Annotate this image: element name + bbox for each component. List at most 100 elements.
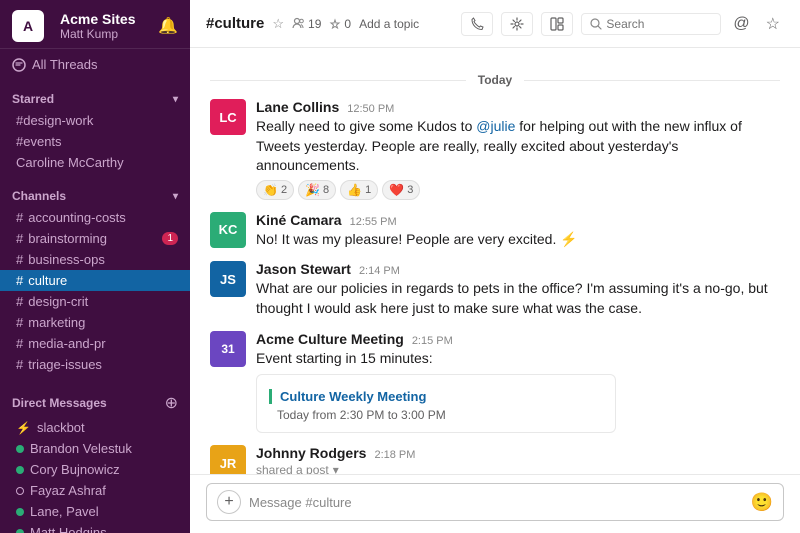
message-header-kine: Kiné Camara 12:55 PM [256,212,780,228]
layout-icon [550,17,564,31]
layout-button[interactable] [541,12,573,36]
message-time: 12:50 PM [347,103,394,115]
add-attachment-button[interactable]: + [217,490,241,514]
reaction-party[interactable]: 🎉8 [298,180,336,200]
message-time: 2:14 PM [359,265,400,277]
workspace-user[interactable]: Matt Kump [60,27,135,41]
all-threads-label: All Threads [32,57,98,72]
search-box[interactable] [581,13,721,35]
message-author: Johnny Rodgers [256,445,366,461]
hash-icon: # [16,231,23,246]
channel-meta: ☆ 19 0 Add a topic [272,16,419,32]
workspace-info: Acme Sites Matt Kump [60,11,135,41]
message-text: What are our policies in regards to pets… [256,279,780,318]
reaction-heart[interactable]: ❤️3 [382,180,420,200]
message-author: Kiné Camara [256,212,342,228]
settings-button[interactable] [501,12,533,36]
bookmark-icon[interactable]: ☆ [272,16,284,32]
online-status-icon [16,466,24,474]
reaction-clap[interactable]: 👏2 [256,180,294,200]
mention-link[interactable]: @julie [476,118,515,134]
search-icon [590,18,602,30]
members-icon [292,17,305,30]
message-author: Lane Collins [256,99,339,115]
message-text: Really need to give some Kudos to @julie… [256,117,780,176]
phone-button[interactable] [461,12,493,36]
message-time: 2:18 PM [374,449,415,461]
dm-item-brandon[interactable]: Brandon Velestuk [0,438,190,459]
message-input[interactable] [249,495,743,510]
emoji-picker-button[interactable]: 🙂 [751,492,773,513]
shared-post-label: shared a post ▾ [256,463,780,474]
message-text: No! It was my pleasure! People are very … [256,230,780,250]
message-body-acme: Acme Culture Meeting 2:15 PM Event start… [256,331,780,434]
message-input-area: + 🙂 [190,474,800,533]
dm-item-lane-pavel[interactable]: Lane, Pavel [0,501,190,522]
sidebar-item-media-and-pr[interactable]: # media-and-pr [0,333,190,354]
dm-section-label[interactable]: Direct Messages [12,396,107,410]
message-author: Jason Stewart [256,261,351,277]
event-time: Today from 2:30 PM to 3:00 PM [269,408,446,422]
starred-item-caroline[interactable]: Caroline McCarthy [0,152,190,173]
hash-icon: # [16,134,23,149]
chevron-down-icon: ▾ [333,463,339,474]
all-threads-item[interactable]: All Threads [0,53,190,76]
hash-icon: # [16,210,23,225]
workspace-header: A Acme Sites Matt Kump 🔔 [0,0,190,49]
channels-section: Channels ▾ # accounting-costs # brainsto… [0,177,190,379]
dm-item-cory[interactable]: Cory Bujnowicz [0,459,190,480]
main-content: #culture ☆ 19 0 [190,0,800,533]
message-header-acme: Acme Culture Meeting 2:15 PM [256,331,780,347]
event-title-link[interactable]: Culture Weekly Meeting [269,389,446,404]
messages-area: Today LC Lane Collins 12:50 PM Really ne… [190,48,800,474]
search-input[interactable] [606,17,706,31]
dm-item-fayaz[interactable]: Fayaz Ashraf [0,480,190,501]
channel-topic[interactable]: Add a topic [359,17,419,31]
sidebar-item-brainstorming[interactable]: # brainstorming 1 [0,228,190,249]
starred-section-label[interactable]: Starred ▾ [0,88,190,110]
reactions: 👏2 🎉8 👍1 ❤️3 [256,180,780,200]
header-actions: @ ☆ [461,10,784,38]
message-body-johnny: Johnny Rodgers 2:18 PM shared a post ▾ 📄… [256,445,780,474]
dm-item-matt[interactable]: Matt Hodgins [0,522,190,533]
hash-icon: # [16,294,23,309]
message-text: Event starting in 15 minutes: [256,349,780,369]
channels-section-label[interactable]: Channels ▾ [0,185,190,207]
direct-messages-section: Direct Messages ⊕ ⚡ slackbot Brandon Vel… [0,379,190,533]
avatar-kine: KC [210,212,246,248]
starred-item-events[interactable]: # events [0,131,190,152]
sidebar-item-culture[interactable]: # culture [0,270,190,291]
pinned-count-item[interactable]: 0 [329,17,351,31]
reaction-thumbs-up[interactable]: 👍1 [340,180,378,200]
members-count-item[interactable]: 19 [292,17,321,31]
notifications-bell-icon[interactable]: 🔔 [158,16,178,36]
hash-icon: # [16,113,23,128]
message-header-johnny: Johnny Rodgers 2:18 PM [256,445,780,461]
dm-add-icon[interactable]: ⊕ [165,393,178,413]
sidebar-item-triage-issues[interactable]: # triage-issues [0,354,190,375]
at-button[interactable]: @ [729,11,753,37]
phone-icon [470,17,484,31]
avatar-lane: LC [210,99,246,135]
avatar-acme: 31 [210,331,246,367]
workspace-name[interactable]: Acme Sites [60,11,135,27]
sidebar-item-marketing[interactable]: # marketing [0,312,190,333]
dm-item-slackbot[interactable]: ⚡ slackbot [0,417,190,438]
starred-section: Starred ▾ # design-work # events Carolin… [0,80,190,177]
sidebar: A Acme Sites Matt Kump 🔔 All Threads Sta… [0,0,190,533]
date-divider: Today [210,72,780,87]
dm-section-header: Direct Messages ⊕ [0,387,190,417]
star-button[interactable]: ☆ [762,10,784,38]
message-time: 2:15 PM [412,335,453,347]
sidebar-item-accounting-costs[interactable]: # accounting-costs [0,207,190,228]
pinned-count: 0 [344,17,351,31]
message-body-lane: Lane Collins 12:50 PM Really need to giv… [256,99,780,200]
message-input-box: + 🙂 [206,483,784,521]
starred-item-design-work[interactable]: # design-work [0,110,190,131]
members-count: 19 [308,17,321,31]
gear-icon [510,17,524,31]
sidebar-item-business-ops[interactable]: # business-ops [0,249,190,270]
sidebar-item-design-crit[interactable]: # design-crit [0,291,190,312]
message-kine-camara: KC Kiné Camara 12:55 PM No! It was my pl… [210,208,780,254]
message-lane-collins: LC Lane Collins 12:50 PM Really need to … [210,95,780,204]
